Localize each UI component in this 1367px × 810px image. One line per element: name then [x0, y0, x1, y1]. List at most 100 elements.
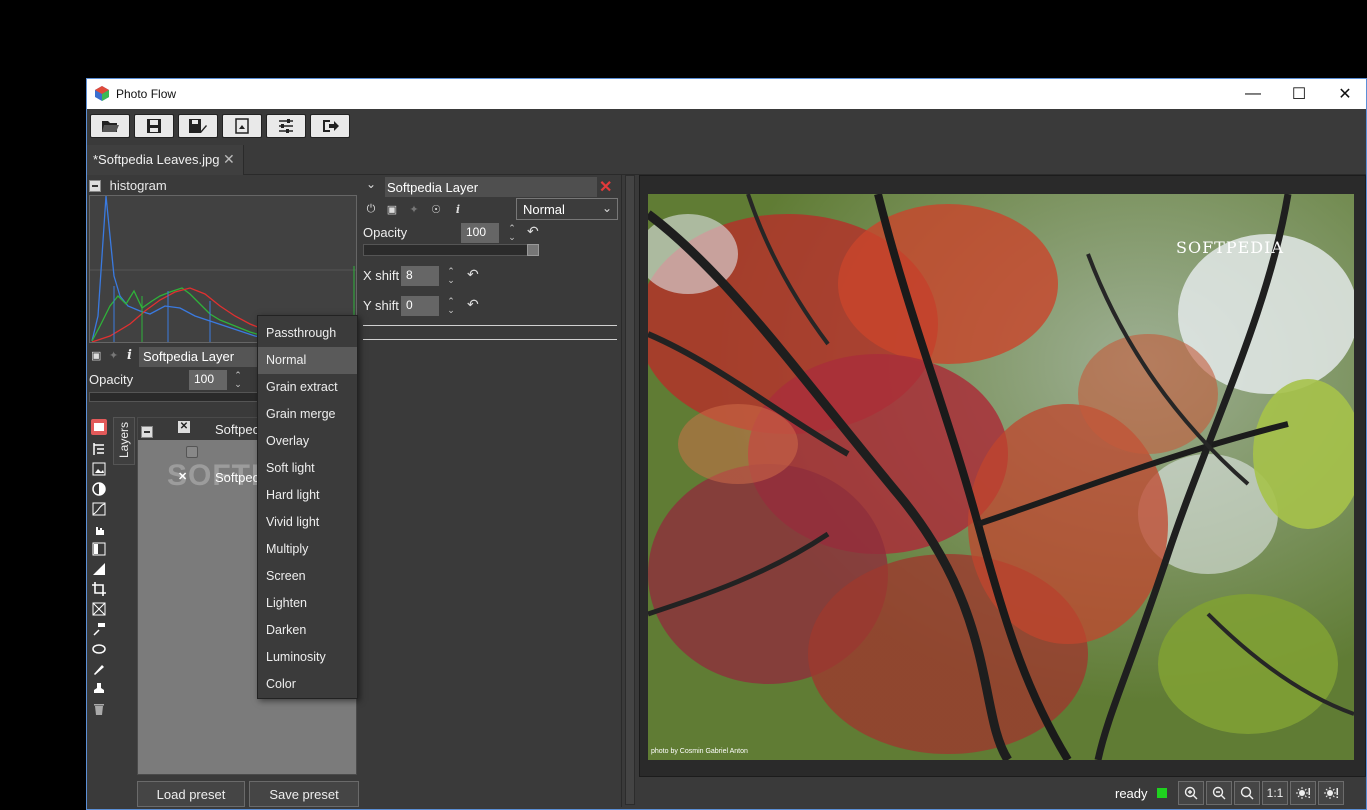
layer-name-field[interactable]: Softpedia Layer [139, 347, 259, 367]
brightness-icon [1296, 787, 1310, 799]
image-icon [92, 462, 106, 476]
tool-stamp[interactable] [91, 681, 107, 697]
tool-ellipse[interactable] [91, 641, 107, 657]
hand-icon [96, 527, 104, 535]
y-shift-spin[interactable]: ⌃ ⌄ [446, 297, 456, 315]
image-viewer[interactable]: SOFTPEDIA photo by Cosmin Gabriel Anton [639, 175, 1366, 777]
panel-splitter[interactable] [621, 175, 637, 807]
sticky-icon[interactable]: ☉ [429, 203, 443, 217]
highlights-clip-button[interactable] [1318, 781, 1344, 805]
layers-tab-label: Layers [117, 421, 131, 458]
save-button[interactable] [134, 114, 174, 138]
splitter-grip[interactable] [625, 175, 635, 805]
menu-item-color[interactable]: Color [258, 671, 357, 698]
tool-delete[interactable] [91, 701, 107, 717]
collapse-layers-button[interactable] [141, 425, 153, 438]
tool-gradient[interactable] [91, 541, 107, 557]
info-toggle-icon[interactable]: i [451, 203, 465, 217]
opacity-label-editor: Opacity [363, 225, 408, 240]
trash-icon [94, 704, 104, 715]
settings-button[interactable] [266, 114, 306, 138]
menu-item-lighten[interactable]: Lighten [258, 590, 357, 617]
menu-item-soft-light[interactable]: Soft light [258, 455, 357, 482]
tool-brush[interactable] [91, 661, 107, 677]
tool-layers[interactable] [91, 419, 107, 435]
tool-clone[interactable] [91, 621, 107, 637]
minimize-button[interactable]: — [1230, 79, 1276, 109]
tool-transform[interactable] [91, 601, 107, 617]
blend-mode-value: Normal [523, 202, 565, 217]
menu-item-grain-extract[interactable]: Grain extract [258, 374, 357, 401]
tool-levels[interactable] [91, 561, 107, 577]
mask-icon[interactable]: ▣ [91, 349, 103, 362]
tool-group[interactable] [91, 441, 107, 457]
close-editor-icon[interactable]: ✕ [599, 177, 612, 197]
menu-item-screen[interactable]: Screen [258, 563, 357, 590]
chevron-down-icon[interactable]: ⌄ [366, 177, 376, 191]
y-shift-input[interactable]: 0 [401, 296, 439, 316]
menu-item-grain-merge[interactable]: Grain merge [258, 401, 357, 428]
save-as-button[interactable] [178, 114, 218, 138]
zoom-100-button[interactable]: 1:1 [1262, 781, 1288, 805]
tool-crop[interactable] [91, 581, 107, 597]
x-shift-label: X shift [363, 268, 400, 283]
brush-icon [94, 665, 104, 675]
layers-tab[interactable]: Layers [113, 417, 135, 465]
settings-icon [279, 119, 293, 133]
tool-contrast[interactable] [91, 481, 107, 497]
close-tab-icon[interactable]: ✕ [223, 151, 235, 168]
collapse-histogram-button[interactable] [89, 179, 101, 192]
zoom-in-button[interactable] [1178, 781, 1204, 805]
close-window-button[interactable]: ✕ [1322, 79, 1366, 109]
opacity-spin-editor[interactable]: ⌃ ⌄ [507, 224, 517, 242]
open-button[interactable] [90, 114, 130, 138]
x-shift-input[interactable]: 8 [401, 266, 439, 286]
opacity-slider-editor[interactable] [363, 244, 539, 256]
opacity-slider-knob[interactable] [527, 244, 539, 256]
exit-button[interactable] [310, 114, 350, 138]
opacity-input-left[interactable]: 100 [189, 370, 227, 390]
pin-toggle-icon[interactable]: ✦ [407, 203, 421, 217]
menu-item-multiply[interactable]: Multiply [258, 536, 357, 563]
shadows-clip-button[interactable] [1290, 781, 1316, 805]
save-icon [147, 119, 161, 133]
tool-curves[interactable] [91, 501, 107, 517]
pin-icon[interactable]: ✦ [109, 349, 118, 362]
menu-item-normal[interactable]: Normal [258, 347, 357, 374]
save-as-icon [189, 119, 207, 133]
zoom-out-icon [1212, 786, 1226, 800]
zoom-fit-button[interactable] [1234, 781, 1260, 805]
blend-mode-select[interactable]: Normal ⌄ [516, 198, 618, 220]
mask-toggle-icon[interactable]: ▣ [385, 203, 399, 217]
save-preset-button[interactable]: Save preset [249, 781, 359, 807]
power-icon[interactable]: ⏻ [364, 203, 378, 217]
gradient-icon [92, 542, 106, 556]
menu-item-hard-light[interactable]: Hard light [258, 482, 357, 509]
menu-item-overlay[interactable]: Overlay [258, 428, 357, 455]
info-icon[interactable]: i [127, 348, 132, 363]
opacity-input-editor[interactable]: 100 [461, 223, 499, 243]
zoom-out-button[interactable] [1206, 781, 1232, 805]
menu-item-vivid-light[interactable]: Vivid light [258, 509, 357, 536]
opacity-spin-left[interactable]: ⌃ ⌄ [233, 371, 243, 389]
tool-touch[interactable] [91, 521, 107, 537]
reset-opacity-icon[interactable]: ↶ [527, 223, 539, 240]
layer-visibility-checkbox[interactable] [186, 446, 198, 458]
reset-x-shift-icon[interactable]: ↶ [467, 266, 479, 283]
y-shift-label: Y shift [363, 298, 399, 313]
tool-image[interactable] [91, 461, 107, 477]
load-preset-button[interactable]: Load preset [137, 781, 245, 807]
group-icon [93, 443, 104, 455]
menu-item-passthrough[interactable]: Passthrough [258, 320, 357, 347]
menu-item-darken[interactable]: Darken [258, 617, 357, 644]
window-title: Photo Flow [116, 87, 177, 101]
export-button[interactable] [222, 114, 262, 138]
remove-layer-icon[interactable]: ✕ [178, 421, 190, 433]
tab-document-label: *Softpedia Leaves.jpg [93, 152, 220, 167]
reset-y-shift-icon[interactable]: ↶ [467, 296, 479, 313]
maximize-button[interactable]: ☐ [1276, 79, 1322, 109]
menu-item-luminosity[interactable]: Luminosity [258, 644, 357, 671]
photo-preview: SOFTPEDIA photo by Cosmin Gabriel Anton [648, 194, 1354, 760]
tab-document[interactable]: *Softpedia Leaves.jpg ✕ [87, 145, 244, 175]
x-shift-spin[interactable]: ⌃ ⌄ [446, 267, 456, 285]
